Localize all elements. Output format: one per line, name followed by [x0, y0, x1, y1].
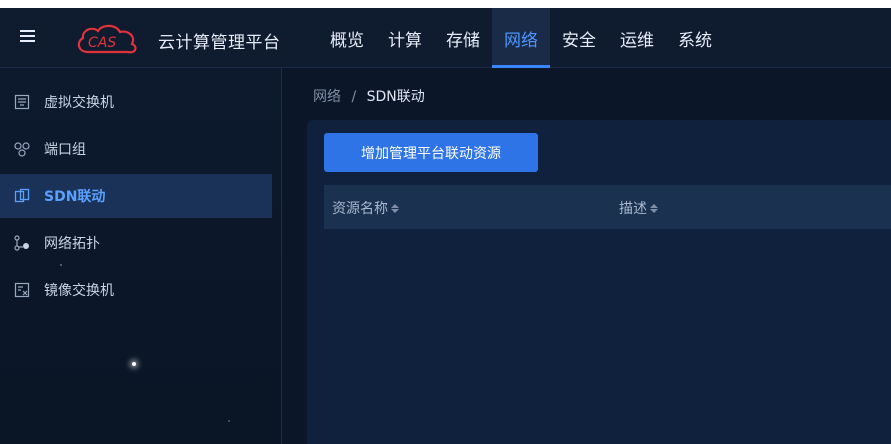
- column-header-resource-name[interactable]: 资源名称: [332, 198, 399, 218]
- sidebar: 虚拟交换机 端口组 SDN联动 网络拓扑 镜像交换机: [0, 68, 282, 444]
- nav-storage[interactable]: 存储: [434, 8, 492, 68]
- add-linked-resource-button[interactable]: 增加管理平台联动资源: [324, 133, 538, 172]
- nav-network[interactable]: 网络: [492, 8, 550, 68]
- top-header: CAS 云计算管理平台 概览 计算 存储 网络 安全 运维 系统: [0, 0, 891, 68]
- port-group-icon: [12, 139, 32, 159]
- nav-operations[interactable]: 运维: [608, 8, 666, 68]
- breadcrumb-parent[interactable]: 网络: [313, 89, 341, 105]
- sort-icon[interactable]: [391, 203, 399, 213]
- window-top-strip: [0, 0, 891, 8]
- sidebar-item-label: 虚拟交换机: [44, 95, 114, 111]
- column-header-description[interactable]: 描述: [619, 198, 658, 218]
- sidebar-item-label: 网络拓扑: [44, 236, 100, 252]
- nav-system[interactable]: 系统: [666, 8, 724, 68]
- sidebar-item-virtual-switch[interactable]: 虚拟交换机: [0, 80, 272, 124]
- breadcrumb-current: SDN联动: [366, 89, 425, 105]
- mirror-switch-icon: [12, 280, 32, 300]
- table-header: 资源名称 描述: [324, 185, 891, 229]
- decorative-star: [228, 420, 230, 422]
- sidebar-item-topology[interactable]: 网络拓扑: [0, 221, 272, 265]
- nav-compute[interactable]: 计算: [376, 8, 434, 68]
- column-label: 资源名称: [332, 201, 388, 217]
- breadcrumb: 网络 / SDN联动: [313, 86, 425, 106]
- column-label: 描述: [619, 201, 647, 217]
- hamburger-menu-icon[interactable]: [20, 28, 36, 44]
- sort-icon[interactable]: [650, 203, 658, 213]
- decorative-star: [132, 362, 136, 366]
- sdn-link-icon: [12, 186, 32, 206]
- sidebar-item-label: 端口组: [44, 142, 86, 158]
- sidebar-item-sdn-link[interactable]: SDN联动: [0, 174, 272, 218]
- breadcrumb-separator: /: [351, 89, 357, 105]
- nav-security[interactable]: 安全: [550, 8, 608, 68]
- sidebar-item-port-group[interactable]: 端口组: [0, 127, 272, 171]
- cas-cloud-logo: CAS: [77, 24, 137, 54]
- nav-overview[interactable]: 概览: [318, 8, 376, 68]
- sidebar-item-mirror-switch[interactable]: 镜像交换机: [0, 268, 272, 312]
- svg-text:CAS: CAS: [88, 35, 116, 51]
- virtual-switch-icon: [12, 92, 32, 112]
- top-nav: 概览 计算 存储 网络 安全 运维 系统: [318, 8, 724, 68]
- topology-icon: [12, 233, 32, 253]
- sidebar-item-label: SDN联动: [44, 189, 106, 205]
- sidebar-item-label: 镜像交换机: [44, 283, 114, 299]
- app-title: 云计算管理平台: [158, 33, 281, 53]
